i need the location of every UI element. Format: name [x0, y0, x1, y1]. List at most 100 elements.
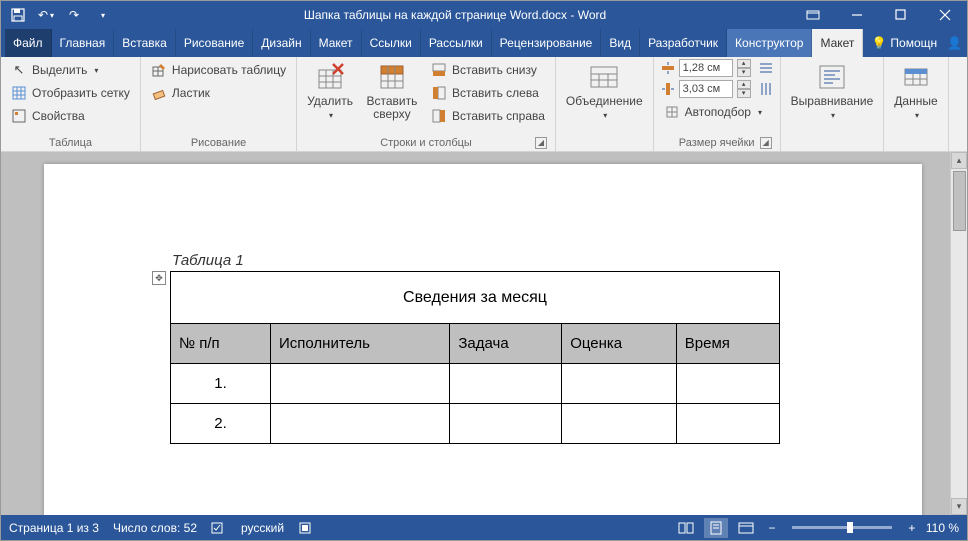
table-header-cell[interactable]: Время [676, 324, 779, 364]
eraser-button[interactable]: Ластик [147, 82, 290, 104]
ribbon: ↖Выделить▾ Отобразить сетку Свойства Таб… [1, 57, 967, 152]
merge-icon [588, 61, 620, 93]
macro-icon[interactable] [298, 521, 312, 535]
page[interactable]: Таблица 1 ✥ Сведения за месяц № п/п Испо… [44, 164, 922, 515]
account-icon[interactable]: 👤 [947, 36, 962, 50]
scroll-up-button[interactable]: ▴ [951, 152, 967, 169]
delete-button[interactable]: Удалить▾ [303, 59, 357, 127]
select-button[interactable]: ↖Выделить▾ [7, 59, 134, 81]
web-layout-button[interactable] [734, 518, 758, 538]
table-caption[interactable]: Таблица 1 [172, 252, 882, 269]
table-header-cell[interactable]: Задача [450, 324, 562, 364]
read-mode-button[interactable] [674, 518, 698, 538]
title-bar: ↶▾ ↷ ▾ Шапка таблицы на каждой странице … [1, 1, 967, 29]
group-label: Размер ячейки◢ [660, 135, 774, 151]
tab-layout[interactable]: Макет [311, 29, 362, 57]
insert-above-icon [376, 61, 408, 93]
distribute-rows-icon[interactable] [758, 60, 774, 76]
insert-right-button[interactable]: Вставить справа [427, 105, 549, 127]
ribbon-tabs: Файл Главная Вставка Рисование Дизайн Ма… [1, 29, 967, 57]
width-input[interactable]: 3,03 см [679, 80, 733, 98]
tab-table-design[interactable]: Конструктор [727, 29, 812, 57]
tab-mailings[interactable]: Рассылки [421, 29, 492, 57]
table-title-cell[interactable]: Сведения за месяц [171, 272, 780, 324]
redo-button[interactable]: ↷ [61, 4, 87, 26]
insert-above-button[interactable]: Вставить сверху [361, 59, 423, 127]
ribbon-options-button[interactable] [791, 1, 835, 29]
document-area: Таблица 1 ✥ Сведения за месяц № п/п Испо… [1, 152, 967, 515]
group-label: Строки и столбцы◢ [303, 135, 549, 151]
table-header-cell[interactable]: Оценка [562, 324, 677, 364]
close-button[interactable] [923, 1, 967, 29]
group-label [562, 147, 647, 151]
zoom-slider[interactable] [792, 526, 892, 529]
group-label [787, 147, 878, 151]
tell-me[interactable]: 💡Помощн [871, 36, 937, 50]
table-header-cell[interactable]: Исполнитель [271, 324, 450, 364]
zoom-level[interactable]: 110 % [926, 521, 959, 535]
zoom-in-button[interactable]: + [904, 520, 920, 536]
language-status[interactable]: русский [241, 521, 284, 535]
tab-home[interactable]: Главная [52, 29, 115, 57]
pencil-table-icon [151, 62, 167, 78]
group-table: ↖Выделить▾ Отобразить сетку Свойства Таб… [1, 57, 141, 151]
tab-review[interactable]: Рецензирование [492, 29, 602, 57]
maximize-button[interactable] [879, 1, 923, 29]
insert-left-button[interactable]: Вставить слева [427, 82, 549, 104]
document-title: Шапка таблицы на каждой странице Word.do… [119, 8, 791, 22]
table-row[interactable]: 1. [171, 364, 780, 404]
table-header-cell[interactable]: № п/п [171, 324, 271, 364]
undo-button[interactable]: ↶▾ [33, 4, 59, 26]
eraser-icon [151, 85, 167, 101]
height-up[interactable]: ▴ [737, 59, 751, 68]
data-button[interactable]: Данные▾ [890, 59, 941, 127]
zoom-out-button[interactable]: − [764, 520, 780, 536]
scroll-down-button[interactable]: ▾ [951, 498, 967, 515]
cursor-icon: ↖ [11, 62, 27, 78]
dialog-launcher[interactable]: ◢ [535, 137, 547, 149]
spellcheck-icon[interactable] [211, 521, 227, 535]
group-cell-size: 1,28 см ▴▾ 3,03 см ▴▾ Автоподбор▾ Размер… [654, 57, 781, 151]
table-row[interactable]: 2. [171, 404, 780, 444]
tab-references[interactable]: Ссылки [362, 29, 421, 57]
table-move-handle[interactable]: ✥ [152, 271, 166, 285]
status-bar: Страница 1 из 3 Число слов: 52 русский −… [1, 515, 967, 540]
tab-file[interactable]: Файл [5, 29, 52, 57]
width-down[interactable]: ▾ [737, 89, 751, 98]
properties-button[interactable]: Свойства [7, 105, 134, 127]
gridlines-button[interactable]: Отобразить сетку [7, 82, 134, 104]
tab-table-layout[interactable]: Макет [812, 29, 863, 57]
dialog-launcher[interactable]: ◢ [760, 137, 772, 149]
width-up[interactable]: ▴ [737, 80, 751, 89]
scroll-thumb[interactable] [953, 171, 966, 231]
alignment-icon [816, 61, 848, 93]
qat-customize[interactable]: ▾ [89, 4, 115, 26]
tab-design[interactable]: Дизайн [253, 29, 310, 57]
minimize-button[interactable] [835, 1, 879, 29]
window-controls [791, 1, 967, 29]
zoom-handle[interactable] [847, 522, 853, 533]
save-button[interactable] [5, 4, 31, 26]
draw-table-button[interactable]: Нарисовать таблицу [147, 59, 290, 81]
word-count[interactable]: Число слов: 52 [113, 521, 197, 535]
quick-access-toolbar: ↶▾ ↷ ▾ [1, 4, 119, 26]
tab-insert[interactable]: Вставка [114, 29, 176, 57]
insert-left-icon [431, 85, 447, 101]
height-down[interactable]: ▾ [737, 68, 751, 77]
tab-developer[interactable]: Разработчик [640, 29, 727, 57]
tab-draw[interactable]: Рисование [176, 29, 253, 57]
autofit-button[interactable]: Автоподбор▾ [660, 101, 774, 123]
merge-button[interactable]: Объединение▾ [562, 59, 647, 127]
insert-below-button[interactable]: Вставить снизу [427, 59, 549, 81]
page-status[interactable]: Страница 1 из 3 [9, 521, 99, 535]
insert-below-icon [431, 62, 447, 78]
document-table[interactable]: Сведения за месяц № п/п Исполнитель Зада… [170, 271, 780, 444]
distribute-cols-icon[interactable] [758, 81, 774, 97]
alignment-button[interactable]: Выравнивание▾ [787, 59, 878, 127]
group-rows-columns: Удалить▾ Вставить сверху Вставить снизу … [297, 57, 556, 151]
group-label [890, 147, 941, 151]
vertical-scrollbar[interactable]: ▴ ▾ [950, 152, 967, 515]
height-input[interactable]: 1,28 см [679, 59, 733, 77]
tab-view[interactable]: Вид [601, 29, 640, 57]
print-layout-button[interactable] [704, 518, 728, 538]
